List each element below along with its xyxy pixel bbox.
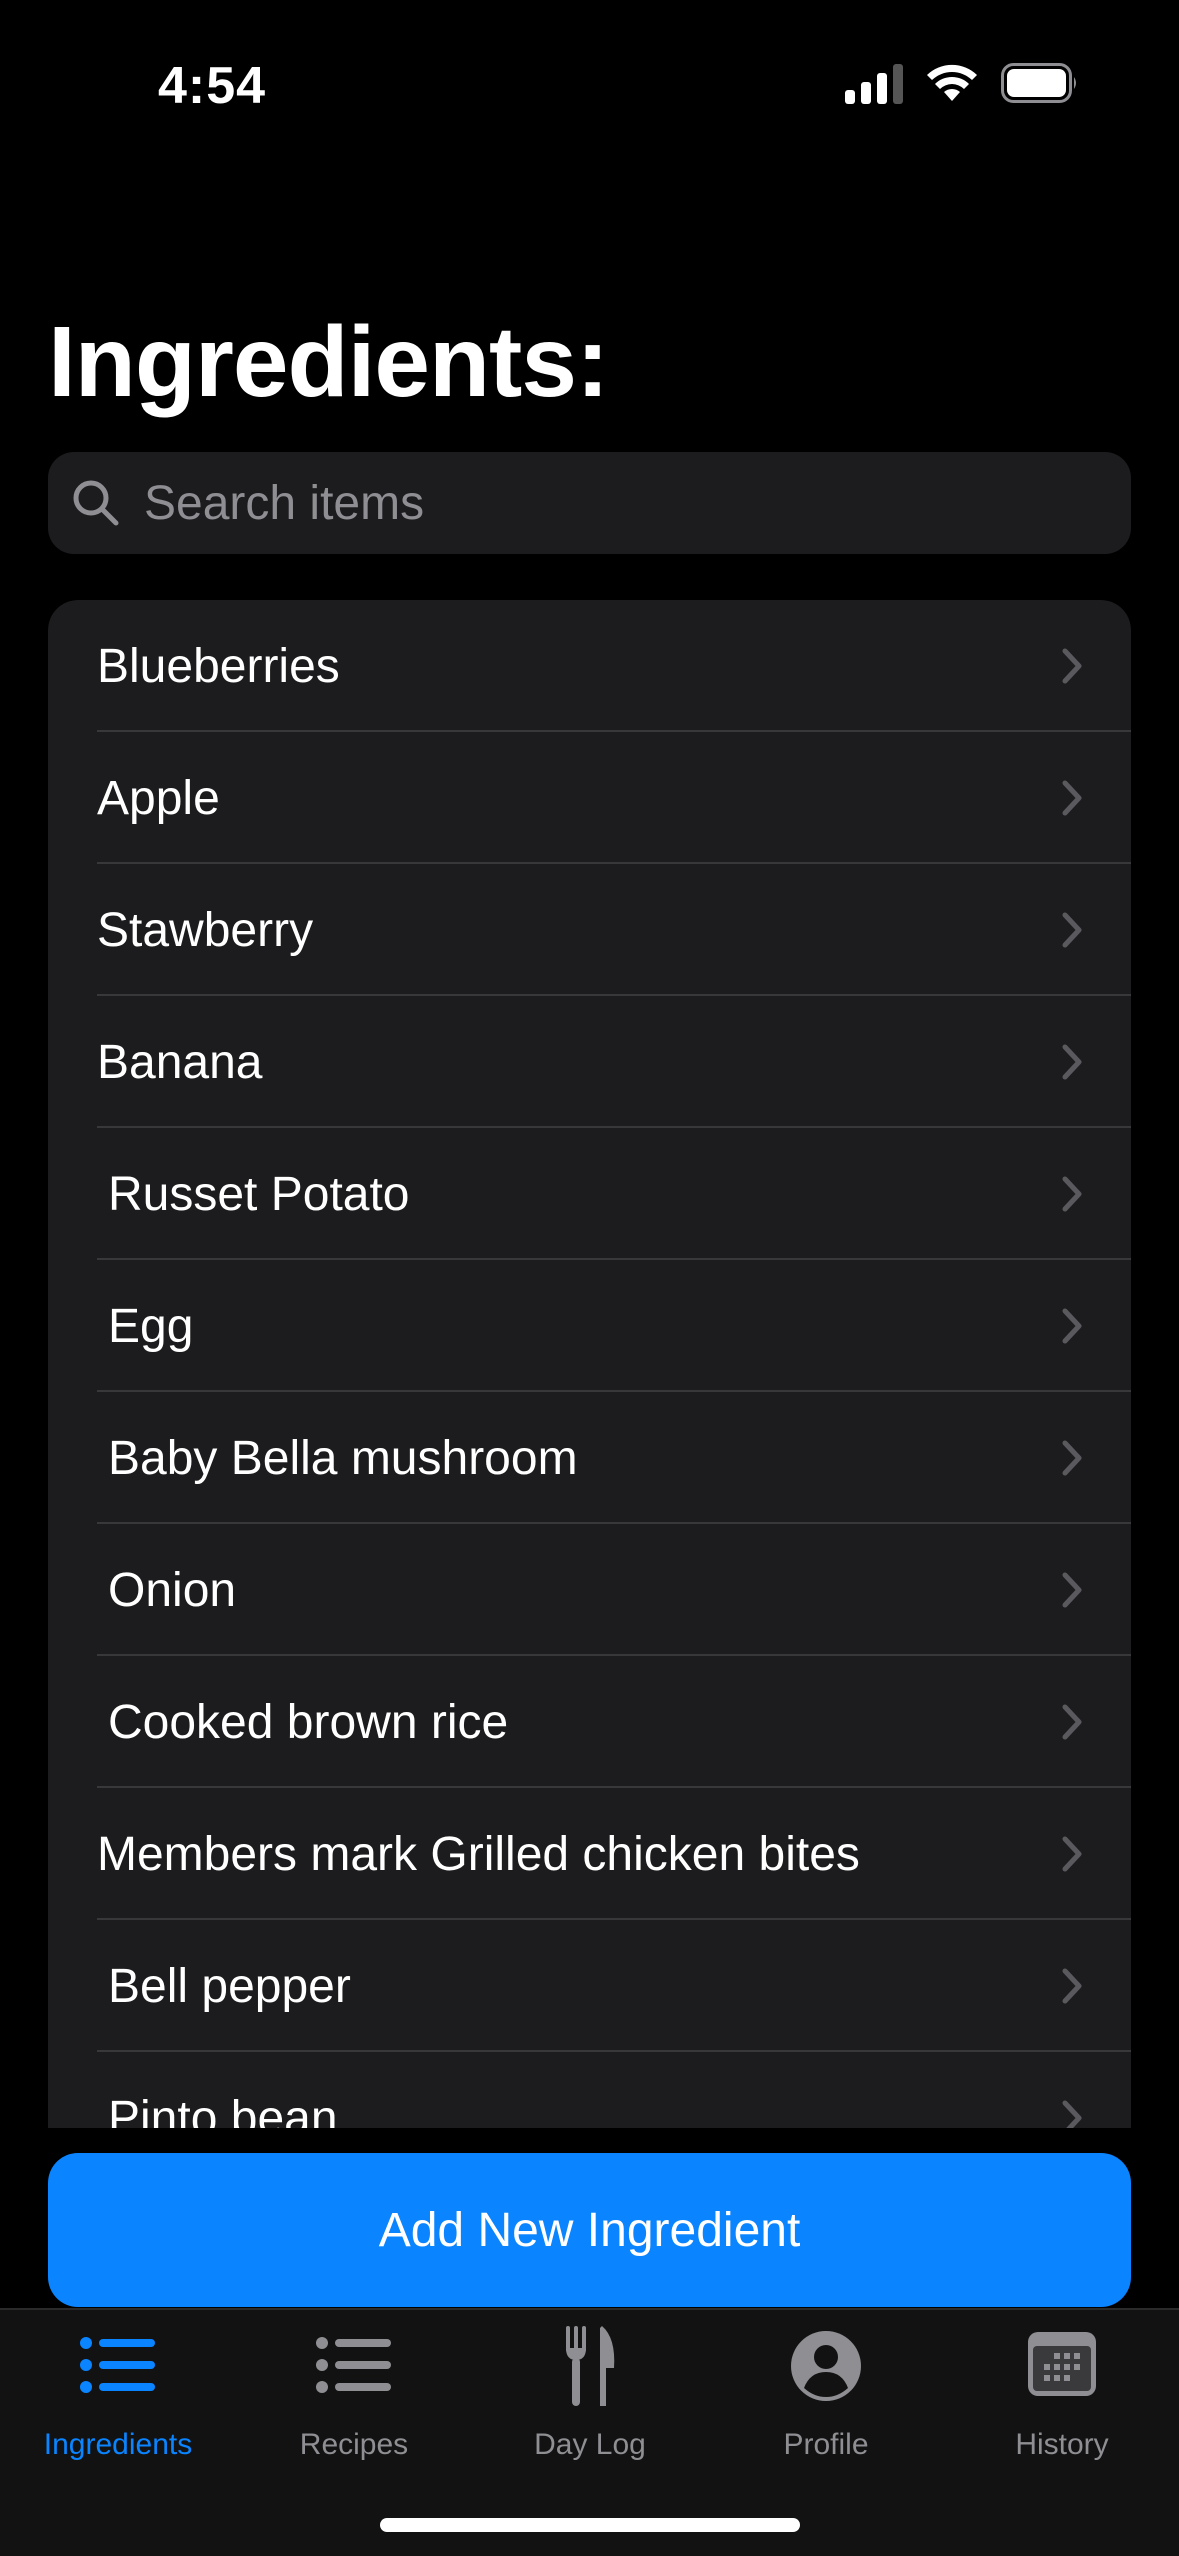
- tab-label: Ingredients: [43, 2428, 193, 2461]
- status-bar: 4:54: [0, 0, 1179, 170]
- chevron-right-icon: [1062, 1044, 1082, 1080]
- list-item-egg[interactable]: Egg: [48, 1260, 1131, 1392]
- tab-profile[interactable]: Profile: [708, 2310, 944, 2470]
- list-item-grilled-chicken-bites[interactable]: Members mark Grilled chicken bites: [48, 1788, 1131, 1920]
- chevron-right-icon: [1062, 1308, 1082, 1344]
- wifi-icon: [927, 64, 977, 101]
- chevron-right-icon: [1062, 912, 1082, 948]
- chevron-right-icon: [1062, 648, 1082, 684]
- chevron-right-icon: [1062, 780, 1082, 816]
- list-item-pinto-bean[interactable]: Pinto bean: [48, 2052, 1131, 2128]
- list-item-russet-potato[interactable]: Russet Potato: [48, 1128, 1131, 1260]
- ingredient-list-viewport[interactable]: Blueberries Apple Stawberry Banana Russe…: [48, 600, 1131, 2128]
- ingredient-list: Blueberries Apple Stawberry Banana Russe…: [48, 600, 1131, 2128]
- list-item-onion[interactable]: Onion: [48, 1524, 1131, 1656]
- add-new-ingredient-button[interactable]: Add New Ingredient: [48, 2153, 1131, 2307]
- list-bullet-icon: [80, 2337, 155, 2393]
- calendar-icon: [1028, 2332, 1096, 2396]
- cellular-signal-icon: [845, 62, 903, 104]
- tab-history[interactable]: History: [944, 2310, 1179, 2470]
- chevron-right-icon: [1062, 1440, 1082, 1476]
- tab-label: History: [1015, 2428, 1109, 2461]
- chevron-right-icon: [1062, 1176, 1082, 1212]
- list-item-label: Banana: [97, 1035, 263, 1089]
- list-item-apple[interactable]: Apple: [48, 732, 1131, 864]
- list-item-label: Members mark Grilled chicken bites: [97, 1827, 860, 1881]
- search-icon: [73, 480, 119, 526]
- tab-ingredients[interactable]: Ingredients: [0, 2310, 236, 2470]
- page-title: Ingredients:: [48, 306, 609, 418]
- tab-recipes[interactable]: Recipes: [236, 2310, 472, 2470]
- list-item-label: Baby Bella mushroom: [108, 1431, 578, 1485]
- chevron-right-icon: [1062, 1968, 1082, 2004]
- list-bullet-icon: [316, 2337, 391, 2393]
- search-input[interactable]: [142, 474, 1046, 532]
- list-item-banana[interactable]: Banana: [48, 996, 1131, 1128]
- chevron-right-icon: [1062, 2100, 1082, 2128]
- list-item-label: Blueberries: [97, 639, 340, 693]
- list-item-stawberry[interactable]: Stawberry: [48, 864, 1131, 996]
- chevron-right-icon: [1062, 1836, 1082, 1872]
- list-item-label: Stawberry: [97, 903, 314, 957]
- battery-icon: [1001, 63, 1076, 103]
- list-item-label: Egg: [108, 1299, 194, 1353]
- list-item-label: Pinto bean: [108, 2091, 338, 2129]
- tab-label: Profile: [783, 2428, 869, 2461]
- chevron-right-icon: [1062, 1572, 1082, 1608]
- list-item-baby-bella-mushroom[interactable]: Baby Bella mushroom: [48, 1392, 1131, 1524]
- list-item-label: Apple: [97, 771, 220, 825]
- list-item-label: Bell pepper: [108, 1959, 351, 2013]
- tab-day-log[interactable]: Day Log: [472, 2310, 708, 2470]
- fork-knife-icon: [566, 2326, 615, 2406]
- search-bar[interactable]: [48, 452, 1131, 554]
- list-item-label: Onion: [108, 1563, 237, 1617]
- home-indicator[interactable]: [380, 2518, 800, 2532]
- list-item-bell-pepper[interactable]: Bell pepper: [48, 1920, 1131, 2052]
- chevron-right-icon: [1062, 1704, 1082, 1740]
- person-circle-icon: [791, 2331, 861, 2401]
- list-item-label: Cooked brown rice: [108, 1695, 509, 1749]
- tab-label: Day Log: [534, 2428, 646, 2461]
- status-icons: [845, 62, 1079, 104]
- list-item-cooked-brown-rice[interactable]: Cooked brown rice: [48, 1656, 1131, 1788]
- list-item-blueberries[interactable]: Blueberries: [48, 600, 1131, 732]
- tab-label: Recipes: [299, 2428, 409, 2461]
- list-item-label: Russet Potato: [108, 1167, 410, 1221]
- status-time: 4:54: [158, 57, 267, 115]
